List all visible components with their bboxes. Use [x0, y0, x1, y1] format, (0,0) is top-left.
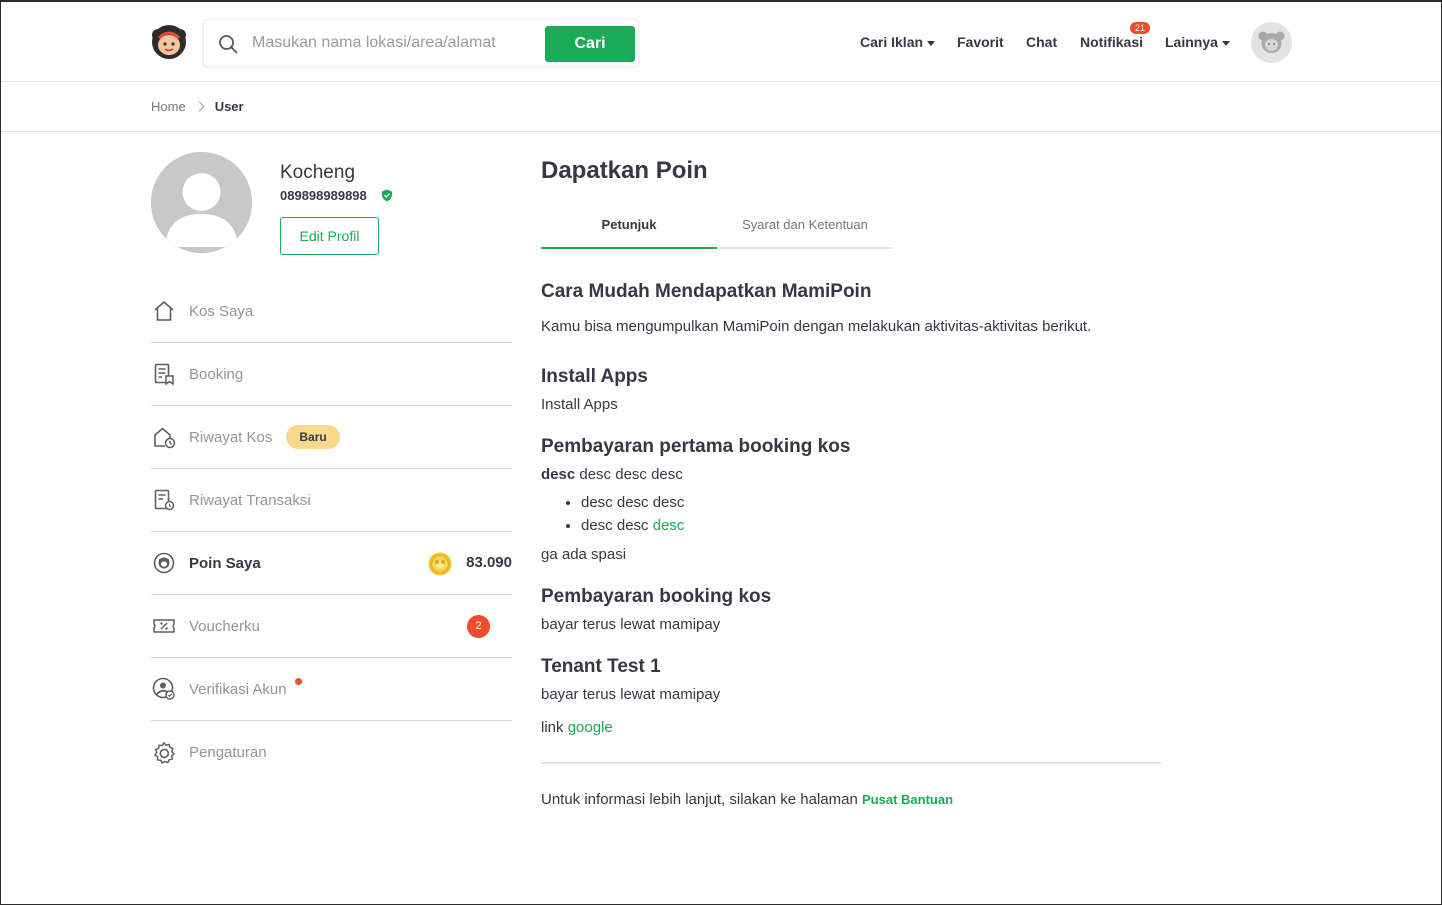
nav-lainnya[interactable]: Lainnya	[1165, 34, 1230, 54]
sidebar-item-verifikasi-akun[interactable]: Verifikasi Akun	[151, 658, 512, 721]
voucher-count-badge: 2	[467, 615, 490, 638]
link-prefix: link	[541, 719, 568, 736]
sidebar-item-voucherku[interactable]: Voucherku 2	[151, 595, 512, 658]
profile-name: Kocheng	[280, 162, 356, 183]
section-desc-pembayaran-booking: bayar terus lewat mamipay	[541, 616, 721, 633]
mamikos-logo-icon[interactable]	[151, 24, 187, 60]
page-title: Dapatkan Poin	[541, 157, 708, 184]
nav-notifikasi-label: Notifikasi	[1080, 34, 1144, 50]
nav-favorit[interactable]: Favorit	[957, 34, 1004, 54]
sidebar-item-booking[interactable]: Booking	[151, 343, 512, 406]
divider	[541, 762, 1161, 764]
sidebar-item-label: Pengaturan	[189, 744, 267, 761]
desc-link[interactable]: desc	[653, 517, 685, 534]
footer-text: Untuk informasi lebih lanjut, silakan ke…	[541, 791, 862, 808]
profile-phone: 089898989898	[280, 188, 367, 203]
section-title-tenant-test: Tenant Test 1	[541, 656, 661, 677]
mamipoin-icon	[153, 552, 175, 574]
main-content: Dapatkan Poin Petunjuk Syarat dan Ketent…	[541, 152, 1161, 808]
active-tab-indicator	[541, 247, 717, 249]
booking-document-icon	[154, 363, 174, 386]
section-desc-install-apps: Install Apps	[541, 396, 618, 413]
sidebar-item-label: Kos Saya	[189, 302, 254, 320]
nav-lainnya-label: Lainnya	[1165, 34, 1218, 50]
nav-cari-iklan[interactable]: Cari Iklan	[860, 34, 936, 54]
nav-chat[interactable]: Chat	[1026, 34, 1057, 54]
section-title-pembayaran-booking: Pembayaran booking kos	[541, 586, 772, 607]
sidebar-item-label: Poin Saya	[189, 554, 261, 572]
desc-bullet-list: desc desc desc desc desc desc	[581, 494, 1161, 534]
list-item: desc desc desc	[581, 517, 1161, 534]
nav-cari-iklan-label: Cari Iklan	[860, 34, 924, 50]
alert-dot	[295, 678, 302, 685]
sidebar-item-label: Voucherku	[189, 617, 260, 635]
sidebar-menu: Kos Saya Booking Riwayat Kos Baru Riwaya…	[151, 280, 512, 784]
help-center-link[interactable]: Pusat Bantuan	[862, 792, 953, 807]
tabs: Petunjuk Syarat dan Ketentuan	[541, 208, 893, 249]
section-title-pembayaran-pertama: Pembayaran pertama booking kos	[541, 436, 851, 457]
chevron-down-icon	[1221, 40, 1230, 46]
section-heading: Cara Mudah Mendapatkan MamiPoin	[541, 281, 872, 302]
link-line: link google	[541, 719, 1161, 736]
list-item-text: desc desc	[581, 517, 653, 534]
sidebar-item-riwayat-kos[interactable]: Riwayat Kos Baru	[151, 406, 512, 469]
breadcrumb-current: User	[214, 99, 244, 114]
transaction-history-icon	[154, 489, 175, 511]
section-desc-pembayaran-pertama: desc desc desc desc	[541, 466, 1161, 483]
chevron-down-icon	[927, 40, 936, 46]
verify-account-icon	[152, 677, 175, 700]
breadcrumb-bar: Home User	[1, 83, 1441, 132]
points-balance: 83.090	[466, 554, 512, 571]
verified-shield-icon	[382, 189, 392, 202]
sidebar-item-label: Riwayat Kos	[189, 428, 273, 446]
footer-help-text: Untuk informasi lebih lanjut, silakan ke…	[541, 791, 1161, 808]
section-desc-tenant-test: bayar terus lewat mamipay	[541, 686, 721, 703]
search-box: Cari	[203, 19, 639, 67]
house-history-icon	[154, 427, 176, 449]
top-header: Cari Cari Iklan Favorit Chat Notifikasi …	[1, 2, 1441, 82]
search-icon	[219, 35, 238, 54]
after-list-text: ga ada spasi	[541, 546, 627, 563]
desc-text: desc desc desc	[575, 466, 683, 483]
chevron-right-icon	[194, 101, 205, 112]
voucher-ticket-icon	[153, 619, 175, 633]
sidebar-item-label: Riwayat Transaksi	[189, 491, 311, 509]
section-title-install-apps: Install Apps	[541, 366, 648, 387]
new-badge: Baru	[286, 425, 340, 449]
user-avatar[interactable]	[1251, 22, 1292, 63]
tab-syarat-dan-ketentuan[interactable]: Syarat dan Ketentuan	[717, 208, 893, 249]
edit-profile-button[interactable]: Edit Profil	[280, 217, 379, 255]
breadcrumb: Home User	[151, 99, 244, 114]
intro-text: Kamu bisa mengumpulkan MamiPoin dengan m…	[541, 318, 1092, 335]
nav-notifikasi[interactable]: Notifikasi 21	[1080, 22, 1151, 54]
sidebar-item-label: Verifikasi Akun	[189, 680, 287, 698]
desc-bold-text: desc	[541, 466, 576, 483]
coin-icon	[428, 552, 452, 576]
tab-petunjuk[interactable]: Petunjuk	[541, 208, 717, 249]
list-item: desc desc desc	[581, 494, 1161, 511]
search-input[interactable]	[252, 28, 542, 58]
home-icon	[154, 301, 174, 321]
search-button[interactable]: Cari	[545, 26, 635, 62]
sidebar-item-poin-saya[interactable]: Poin Saya 83.090	[151, 532, 512, 595]
sidebar-item-pengaturan[interactable]: Pengaturan	[151, 721, 512, 784]
sidebar-item-kos-saya[interactable]: Kos Saya	[151, 280, 512, 343]
profile-avatar	[151, 152, 252, 253]
breadcrumb-home[interactable]: Home	[151, 99, 186, 114]
notification-count-badge: 21	[1130, 22, 1151, 34]
sidebar-item-riwayat-transaksi[interactable]: Riwayat Transaksi	[151, 469, 512, 532]
google-link[interactable]: google	[568, 719, 613, 736]
sidebar-item-label: Booking	[189, 365, 244, 383]
gear-icon	[154, 741, 175, 764]
